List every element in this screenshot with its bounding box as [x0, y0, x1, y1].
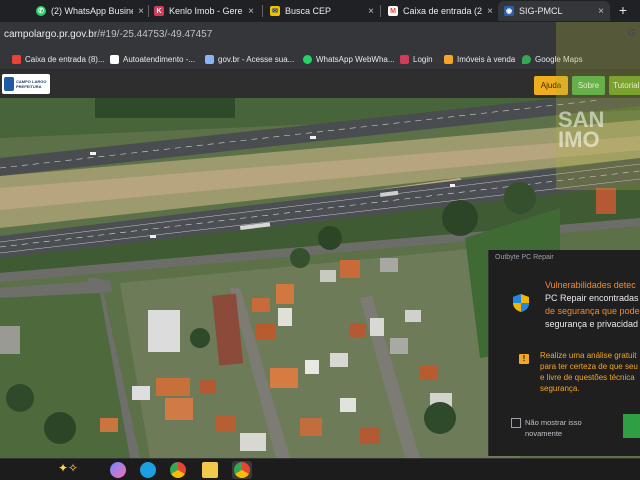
govbr-icon [205, 54, 214, 64]
close-icon[interactable]: × [598, 6, 604, 17]
popup-line: segurança e privacidad [545, 319, 639, 329]
gmail-icon: M [388, 6, 398, 16]
logo-line2: PREFEITURA [16, 84, 42, 89]
campo-largo-logo[interactable]: CAMPO LARGO PREFEITURA [2, 74, 50, 94]
chrome-profile-icon[interactable] [234, 462, 250, 478]
correios-icon: ✉ [270, 6, 280, 16]
popup-warning-line: e livre de questões técnica [540, 373, 635, 382]
tab-whatsapp[interactable]: ✆ (2) WhatsApp Business × [30, 1, 150, 21]
sparkle-icon[interactable]: ✦✧ [58, 461, 78, 475]
edge-icon[interactable] [140, 462, 156, 478]
popup-action-button[interactable] [623, 414, 640, 438]
page-icon [110, 54, 119, 64]
close-icon[interactable]: × [248, 6, 254, 17]
bookmark-login[interactable]: Login [400, 52, 433, 66]
taskbar: ✦✧ [0, 458, 640, 480]
close-icon[interactable]: × [368, 6, 374, 17]
tab-sig-pmcl[interactable]: ◉ SIG-PMCL × [498, 1, 610, 21]
popup-title: Outbyte PC Repair [495, 254, 554, 261]
warning-icon: ! [519, 354, 529, 364]
tab-gmail[interactable]: M Caixa de entrada (2 × [382, 1, 498, 21]
tab-divider [380, 5, 381, 17]
url-domain: campolargo.pr.gov.br [4, 29, 98, 40]
new-tab-button[interactable]: + [614, 1, 632, 19]
chrome-icon[interactable] [170, 462, 186, 478]
bookmark-label: Autoatendimento -... [123, 54, 196, 64]
screen: ✆ (2) WhatsApp Business × K Kenlo Imob -… [0, 0, 640, 480]
bookmark-label: Login [413, 54, 433, 64]
google-icon: G [628, 28, 636, 39]
sig-icon: ◉ [504, 6, 514, 16]
popup-line: PC Repair encontradas [545, 293, 639, 303]
bookmarks-bar: Caixa de entrada (8)... Autoatendimento … [0, 48, 640, 70]
close-icon[interactable]: × [487, 6, 493, 17]
copilot-icon[interactable] [110, 462, 126, 478]
bookmark-autoatendimento[interactable]: Autoatendimento -... [110, 52, 195, 66]
watermark-line: IMO [558, 127, 600, 152]
bookmark-whatsapp[interactable]: WhatsApp WebWha... [303, 52, 395, 66]
bookmark-label: WhatsApp WebWha... [316, 54, 395, 64]
tab-kenlo[interactable]: K Kenlo Imob - Gerenc × [148, 1, 260, 21]
bookmark-label: gov.br - Acesse sua... [218, 54, 295, 64]
popup-line: de segurança que pode [545, 306, 640, 316]
kenlo-icon [400, 54, 409, 64]
advertisement-watermark: G SAN IMO [556, 22, 640, 190]
dont-show-checkbox[interactable] [511, 418, 521, 428]
tab-divider [262, 5, 263, 17]
whatsapp-icon [303, 54, 312, 64]
popup-heading: Vulnerabilidades detec [545, 280, 636, 290]
shield-icon [513, 294, 529, 312]
bookmark-imoveis[interactable]: Imóveis à venda [444, 52, 515, 66]
popup-warning-line: para ter certeza de que seu [540, 362, 638, 371]
tab-title: (2) WhatsApp Business [51, 6, 133, 16]
tab-title: SIG-PMCL [519, 6, 563, 16]
pc-repair-popup: Outbyte PC Repair Vulnerabilidades detec… [488, 250, 640, 456]
url-field[interactable]: campolargo.pr.gov.br/#19/-25.44753/-49.4… [0, 27, 212, 43]
whatsapp-icon: ✆ [36, 6, 46, 16]
bookmark-label: Caixa de entrada (8)... [25, 54, 105, 64]
popup-warning-line: segurança. [540, 384, 580, 393]
kenlo-icon: K [154, 6, 164, 16]
url-path: /#19/-25.44753/-49.47457 [97, 29, 213, 40]
tab-busca-cep[interactable]: ✉ Busca CEP × [264, 1, 380, 21]
gmail-icon [12, 54, 21, 64]
close-icon[interactable]: × [138, 6, 144, 17]
bookmark-label: Imóveis à venda [457, 54, 516, 64]
tab-title: Busca CEP [285, 6, 332, 16]
address-bar: campolargo.pr.gov.br/#19/-25.44753/-49.4… [0, 22, 640, 48]
map-pin-icon [522, 54, 531, 64]
bookmark-gmail[interactable]: Caixa de entrada (8)... [12, 52, 105, 66]
popup-warning-line: Realize uma análise gratuit [540, 351, 637, 360]
explorer-icon[interactable] [202, 462, 218, 478]
tab-title: Caixa de entrada (2 [403, 6, 483, 16]
house-icon [444, 54, 453, 64]
checkbox-label: Não mostrar isso [525, 418, 582, 427]
tab-strip: ✆ (2) WhatsApp Business × K Kenlo Imob -… [0, 0, 640, 22]
tab-title: Kenlo Imob - Gerenc [169, 6, 243, 16]
bookmark-govbr[interactable]: gov.br - Acesse sua... [205, 52, 294, 66]
city-seal-icon [4, 77, 14, 91]
checkbox-label: novamente [525, 429, 563, 438]
